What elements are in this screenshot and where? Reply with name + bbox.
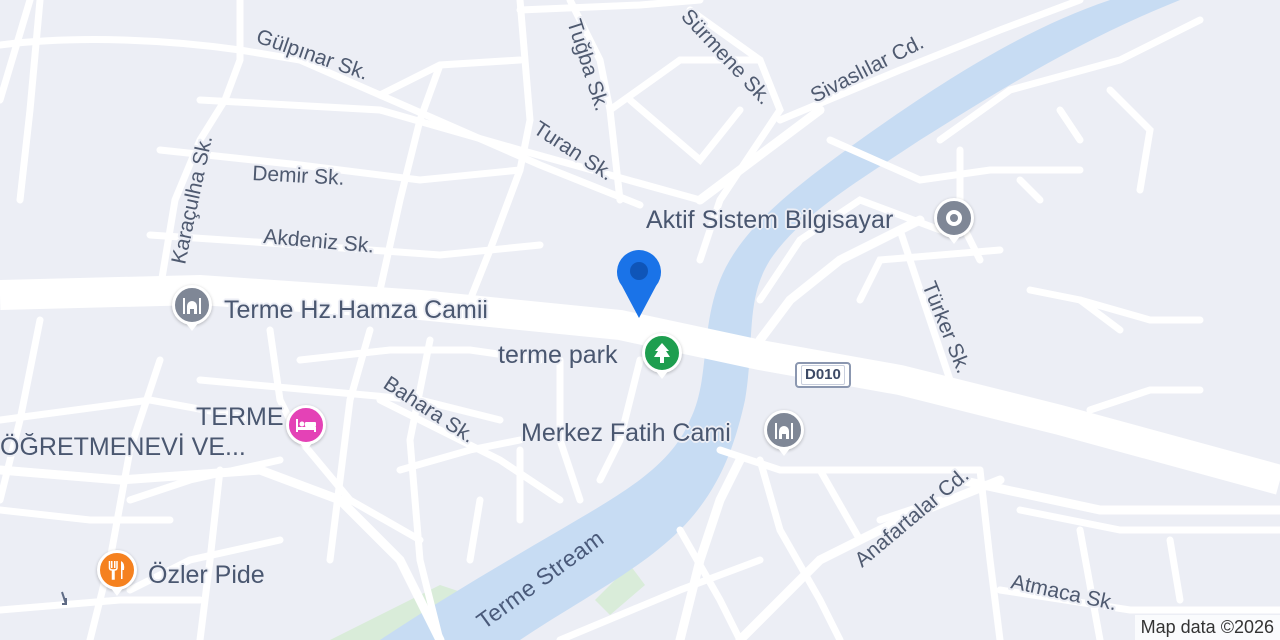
- poi-label-hamza-camii[interactable]: Terme Hz.Hamza Camii: [224, 296, 488, 325]
- tree-icon: [654, 343, 670, 363]
- mosque-icon: [775, 423, 793, 439]
- poi-pin-ogretmenevi[interactable]: [286, 405, 326, 451]
- location-pin-icon[interactable]: [614, 246, 664, 320]
- bed-icon: [296, 419, 316, 432]
- map-attribution[interactable]: Map data ©2026: [1134, 615, 1280, 640]
- poi-pin-fatih-cami[interactable]: [764, 410, 804, 456]
- poi-pin-aktif-sistem[interactable]: [934, 198, 974, 244]
- poi-pin-terme-park[interactable]: [642, 333, 682, 379]
- road-shield-label: D010: [801, 365, 845, 385]
- poi-label-fatih-cami[interactable]: Merkez Fatih Cami: [521, 419, 731, 448]
- map-canvas[interactable]: Gülpınar Sk. Tuğba Sk. Sürmene Sk. Sivas…: [0, 0, 1280, 640]
- fork-knife-icon: [108, 561, 125, 580]
- poi-pin-hamza-camii[interactable]: [172, 285, 212, 331]
- poi-label-ozler-pide[interactable]: Özler Pide: [148, 561, 265, 590]
- poi-label-terme-park[interactable]: terme park: [498, 341, 617, 370]
- street-label-demir: Demir Sk.: [252, 162, 345, 190]
- mosque-icon: [183, 298, 201, 314]
- generic-place-icon: [946, 210, 962, 226]
- poi-label-aktif-sistem[interactable]: Aktif Sistem Bilgisayar: [646, 206, 893, 235]
- poi-label-ogretmenevi-line2[interactable]: ÖĞRETMENEVİ VE...: [0, 433, 246, 462]
- poi-label-ogretmenevi-line1[interactable]: TERME: [196, 403, 284, 432]
- poi-pin-ozler-pide[interactable]: [97, 550, 137, 596]
- road-shield: D010: [795, 362, 851, 388]
